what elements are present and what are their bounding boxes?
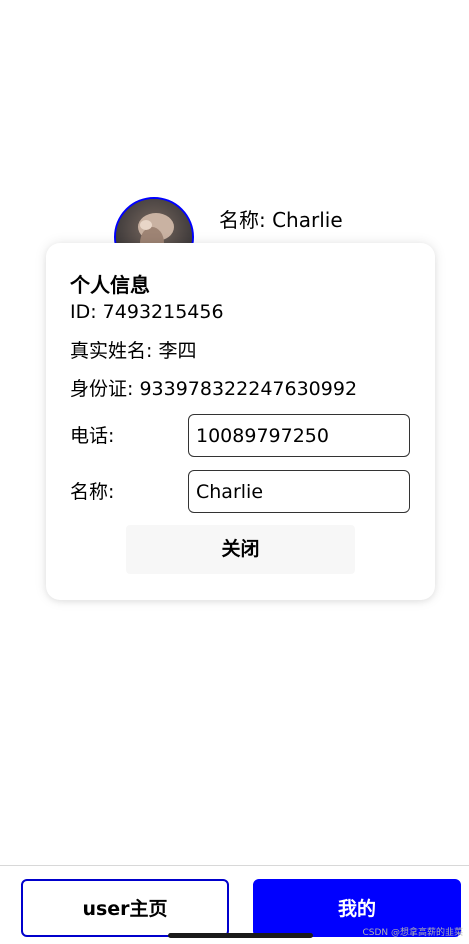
close-button[interactable]: 关闭 <box>126 525 355 574</box>
user-id-text: ID: 7493215456 <box>70 301 224 323</box>
nickname-label: 名称: <box>70 481 115 503</box>
home-indicator[interactable] <box>168 933 313 938</box>
dialog-title: 个人信息 <box>70 273 150 297</box>
bottom-nav-divider <box>0 865 469 866</box>
profile-name: 名称: Charlie <box>219 208 343 232</box>
id-card-text: 身份证: 933978322247630992 <box>70 378 358 400</box>
nickname-input[interactable] <box>188 470 410 513</box>
phone-label: 电话: <box>70 425 115 447</box>
profile-screen: 名称: Charlie 个人信息 ID: 7493215456 真实姓名: 李四… <box>0 0 469 944</box>
phone-input[interactable] <box>188 414 410 457</box>
watermark: CSDN @想拿高薪的韭菜 <box>362 928 463 938</box>
nav-user-home-button[interactable]: user主页 <box>21 879 229 937</box>
real-name-text: 真实姓名: 李四 <box>70 340 197 362</box>
personal-info-dialog: 个人信息 ID: 7493215456 真实姓名: 李四 身份证: 933978… <box>46 243 435 600</box>
